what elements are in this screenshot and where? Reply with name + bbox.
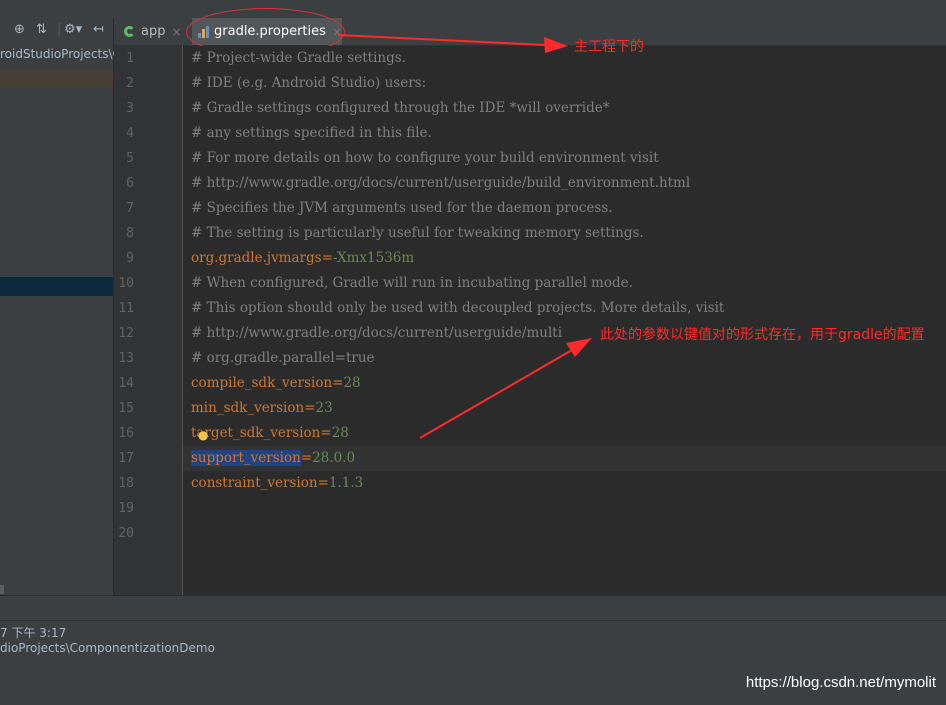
equals-sign: = xyxy=(320,425,332,441)
code-line[interactable]: # org.gradle.parallel=true xyxy=(191,346,375,371)
line-number: 19 xyxy=(118,501,134,516)
property-key: min_sdk_version xyxy=(191,400,305,416)
line-number: 18 xyxy=(118,476,134,491)
line-number: 20 xyxy=(118,526,134,541)
comment-text: # Gradle settings configured through the… xyxy=(191,100,610,116)
code-line[interactable]: support_version=28.0.0 xyxy=(191,446,355,471)
line-number: 17 xyxy=(118,451,134,466)
comment-text: # IDE (e.g. Android Studio) users: xyxy=(191,75,427,91)
comment-text: # This option should only be used with d… xyxy=(191,300,725,316)
comment-text: # The setting is particularly useful for… xyxy=(191,225,644,241)
line-number: 10 xyxy=(118,276,134,291)
code-line[interactable]: # The setting is particularly useful for… xyxy=(191,221,644,246)
line-number: 5 xyxy=(126,151,134,166)
project-panel: ⊕ ⇅ | ⚙▾ ↤ roidStudioProjects\C xyxy=(0,18,121,595)
project-tree-selected-row[interactable] xyxy=(0,70,113,87)
line-number: 8 xyxy=(126,226,134,241)
line-number: 16 xyxy=(118,426,134,441)
annotation-main-project: 主工程下的 xyxy=(574,39,644,55)
tab-gradle-close-icon[interactable]: × xyxy=(332,25,342,39)
code-line[interactable]: # This option should only be used with d… xyxy=(191,296,724,321)
line-number: 4 xyxy=(126,126,134,141)
comment-text: # Specifies the JVM arguments used for t… xyxy=(191,200,613,216)
line-number: 6 xyxy=(126,176,134,191)
comment-text: # http://www.gradle.org/docs/current/use… xyxy=(191,325,563,341)
line-number: 1 xyxy=(126,51,134,66)
code-line[interactable]: # Project-wide Gradle settings. xyxy=(191,46,406,71)
code-editor[interactable]: # Project-wide Gradle settings. # IDE (e.… xyxy=(183,46,946,595)
equals-sign: = xyxy=(332,375,344,391)
comment-text: # Project-wide Gradle settings. xyxy=(191,50,406,66)
code-line[interactable]: # Specifies the JVM arguments used for t… xyxy=(191,196,613,221)
app-module-icon xyxy=(124,26,135,37)
equals-sign: = xyxy=(300,450,313,466)
code-line[interactable]: # http://www.gradle.org/docs/current/use… xyxy=(191,321,562,346)
code-line[interactable]: constraint_version=1.1.3 xyxy=(191,471,363,496)
equals-sign: = xyxy=(317,475,329,491)
code-line[interactable]: # When configured, Gradle will run in in… xyxy=(191,271,633,296)
line-number: 3 xyxy=(126,101,134,116)
line-number: 15 xyxy=(118,401,134,416)
code-line[interactable]: compile_sdk_version=28 xyxy=(191,371,361,396)
line-number: 9 xyxy=(126,251,134,266)
comment-text: # any settings specified in this file. xyxy=(191,125,432,141)
tab-gradle-properties-label: gradle.properties xyxy=(214,24,326,39)
line-number: 13 xyxy=(118,351,134,366)
project-root-path[interactable]: roidStudioProjects\C xyxy=(0,47,121,61)
property-value: 28 xyxy=(331,425,349,441)
code-line[interactable]: org.gradle.jvmargs=-Xmx1536m xyxy=(191,246,414,271)
tab-gradle-properties[interactable]: gradle.properties × xyxy=(192,18,342,45)
code-line[interactable]: min_sdk_version=23 xyxy=(191,396,333,421)
gear-icon[interactable]: ⚙▾ xyxy=(64,22,82,38)
line-number: 12 xyxy=(118,326,134,341)
locate-icon[interactable]: ⊕ xyxy=(14,22,25,38)
properties-file-icon xyxy=(198,25,209,38)
property-value: -Xmx1536m xyxy=(332,250,415,266)
comment-text: # When configured, Gradle will run in in… xyxy=(191,275,633,291)
hide-panel-icon[interactable]: ↤ xyxy=(93,22,104,38)
comment-text: # org.gradle.parallel=true xyxy=(191,350,375,366)
property-key: target_sdk_version xyxy=(191,425,321,441)
property-key: compile_sdk_version xyxy=(191,375,333,391)
code-line[interactable]: # http://www.gradle.org/docs/current/use… xyxy=(191,171,690,196)
bottom-panel: 7 下午 3:17 dioProjects\ComponentizationDe… xyxy=(0,595,946,705)
code-line[interactable]: # any settings specified in this file. xyxy=(191,121,432,146)
window-top-strip xyxy=(0,0,946,18)
line-number: 11 xyxy=(118,301,134,316)
line-number: 7 xyxy=(126,201,134,216)
project-panel-toolbar: ⊕ ⇅ | ⚙▾ ↤ xyxy=(0,18,113,44)
property-value: 1.1.3 xyxy=(328,475,364,491)
equals-sign: = xyxy=(304,400,316,416)
line-number-gutter: 1 2 3 4 5 6 7 8 9 10 11 12 13 14 15 16 17 18 19 20 xyxy=(114,46,183,595)
comment-text: # For more details on how to configure y… xyxy=(191,150,659,166)
property-value: 28 xyxy=(343,375,361,391)
bottom-divider xyxy=(0,620,946,621)
tab-app-label: app xyxy=(141,24,166,39)
property-value: 23 xyxy=(315,400,333,416)
event-log-path: dioProjects\ComponentizationDemo xyxy=(0,641,215,655)
line-number: 2 xyxy=(126,76,134,91)
property-key: constraint_version xyxy=(191,475,318,491)
code-line[interactable]: # For more details on how to configure y… xyxy=(191,146,659,171)
equals-sign: = xyxy=(321,250,333,266)
toolbar-divider: | xyxy=(57,22,62,37)
tab-app[interactable]: app × xyxy=(120,18,188,45)
comment-text: # http://www.gradle.org/docs/current/use… xyxy=(191,175,691,191)
collapse-icon[interactable]: ⇅ xyxy=(36,22,47,38)
code-line[interactable]: # Gradle settings configured through the… xyxy=(191,96,610,121)
editor-tab-bar: app × gradle.properties × xyxy=(114,8,946,56)
tab-app-close-icon[interactable]: × xyxy=(171,25,181,39)
property-key: support_version xyxy=(191,450,301,466)
project-panel-scrollbar[interactable] xyxy=(0,585,4,594)
annotation-params-note: 此处的参数以键值对的形式存在，用于gradle的配置 xyxy=(600,327,925,343)
line-number: 14 xyxy=(118,376,134,391)
property-value: 28.0.0 xyxy=(312,450,356,466)
lightbulb-icon[interactable]: ● xyxy=(198,428,210,442)
watermark: https://blog.csdn.net/mymolit xyxy=(745,674,936,691)
code-line[interactable]: target_sdk_version=28 xyxy=(191,421,349,446)
project-tree-highlight-row[interactable] xyxy=(0,277,113,296)
property-key: org.gradle.jvmargs xyxy=(191,250,322,266)
code-line[interactable]: # IDE (e.g. Android Studio) users: xyxy=(191,71,426,96)
event-log-time: 7 下午 3:17 xyxy=(0,626,67,640)
